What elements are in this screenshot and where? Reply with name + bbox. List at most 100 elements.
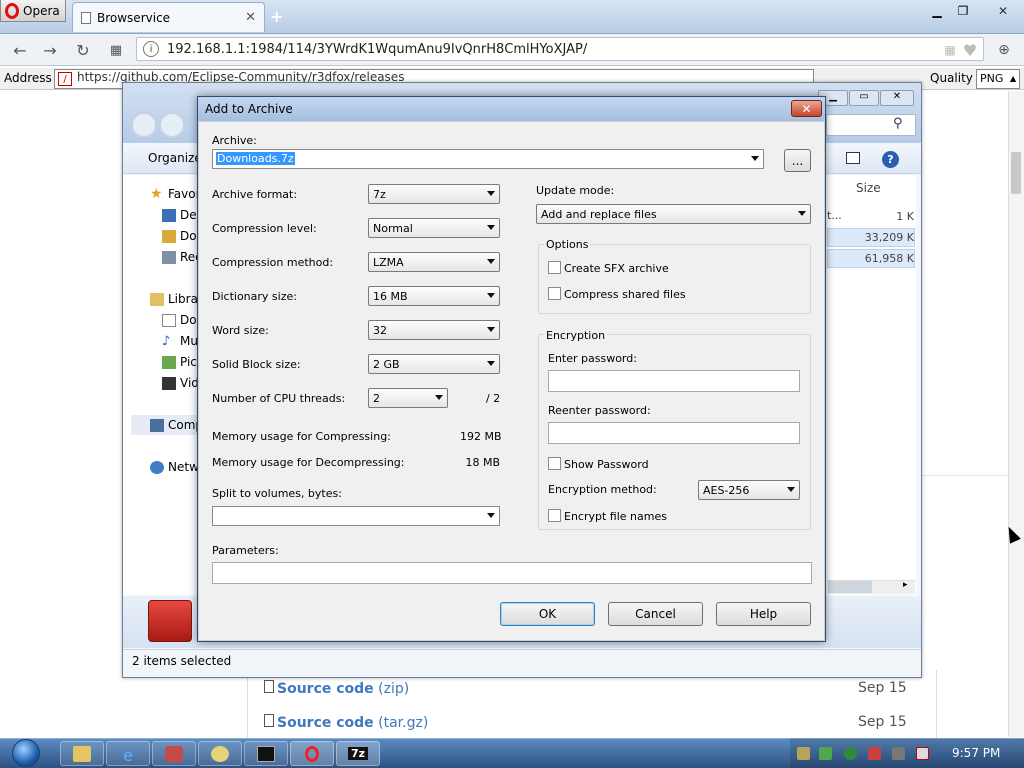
tab-close-icon[interactable]: ✕ (245, 10, 256, 25)
forward-icon[interactable]: → (40, 40, 60, 60)
update-mode-select[interactable]: Add and replace files (536, 204, 811, 224)
dialog-title: Add to Archive (205, 102, 293, 116)
nav-libraries[interactable]: Libraries (150, 292, 198, 306)
back-icon[interactable]: ← (10, 40, 30, 60)
compress-shared-checkbox[interactable] (548, 287, 561, 300)
compression-level-select[interactable]: Normal (368, 218, 500, 238)
url-field[interactable]: 192.168.1.1:1984/114/3YWrdK1WqumAnu9IvQn… (136, 37, 984, 61)
update-mode-label: Update mode: (536, 184, 615, 197)
encryption-method-select[interactable]: AES-256 (698, 480, 800, 500)
new-tab-icon[interactable]: + (270, 7, 283, 26)
scroll-up-icon[interactable]: ▲ (1010, 74, 1016, 83)
cpu-threads-select[interactable]: 2 (368, 388, 448, 408)
archive-format-select[interactable]: 7z (368, 184, 500, 204)
organize-button[interactable]: Organize (148, 151, 202, 165)
asset-link-targz[interactable]: Source code (tar.gz) (264, 714, 428, 731)
minimize-icon[interactable]: ▁ (924, 2, 950, 19)
nav-documents[interactable]: Documents (162, 313, 198, 327)
download-icon[interactable]: ⊕ (994, 40, 1014, 60)
browser-tab[interactable]: Browservice ✕ (72, 2, 265, 32)
dialog-close-icon[interactable]: ✕ (791, 100, 822, 117)
zip-icon (264, 680, 274, 693)
nav-label: Music (180, 334, 198, 348)
explorer-maximize-icon[interactable]: ▭ (849, 90, 879, 106)
explorer-status-bar (123, 649, 921, 677)
windows-logo-icon (12, 739, 40, 767)
taskbar-ie[interactable]: e (106, 741, 150, 766)
reload-icon[interactable]: ↻ (73, 40, 93, 60)
speed-dial-icon[interactable]: ▦ (106, 40, 126, 60)
nav-label: Videos (180, 376, 198, 390)
chevron-down-icon[interactable] (487, 513, 495, 518)
tray-tool-icon[interactable] (868, 747, 881, 760)
tray-app-icon[interactable] (797, 747, 810, 760)
file-size: 1 K (896, 210, 914, 223)
close-window-icon[interactable]: ✕ (986, 2, 1020, 19)
select-value: 2 (373, 392, 380, 405)
solid-block-select[interactable]: 2 GB (368, 354, 500, 374)
encrypt-names-checkbox[interactable] (548, 509, 561, 522)
taskbar-clock[interactable]: 9:57 PM (952, 746, 1000, 760)
tray-volume-muted-icon[interactable] (916, 747, 929, 760)
asset-name: Source code (277, 681, 374, 697)
browse-button[interactable]: ... (784, 149, 811, 172)
asset-link-zip[interactable]: Source code (zip) (264, 680, 409, 697)
create-sfx-checkbox[interactable] (548, 261, 561, 274)
nav-favorites[interactable]: ★ Favorites (150, 187, 198, 201)
chevron-down-icon[interactable] (751, 156, 759, 161)
nav-label: Libraries (168, 292, 198, 306)
nav-videos[interactable]: Videos (162, 376, 198, 390)
nav-network[interactable]: Network (150, 460, 198, 474)
scroll-right-icon[interactable]: ▸ (903, 580, 908, 590)
taskbar-app[interactable] (152, 741, 196, 766)
tray-network-icon[interactable] (892, 747, 905, 760)
speed-dial-add-icon[interactable]: ▦ (940, 40, 960, 60)
tray-play-icon[interactable] (844, 747, 857, 760)
site-info-icon[interactable]: i (143, 41, 159, 57)
search-icon[interactable]: ⚲ (893, 116, 903, 131)
help-button[interactable]: Help (716, 602, 811, 626)
dictionary-size-select[interactable]: 16 MB (368, 286, 500, 306)
tray-antivirus-icon[interactable] (819, 747, 832, 760)
help-icon[interactable]: ? (882, 151, 899, 168)
chevron-down-icon (435, 395, 443, 400)
nav-desktop[interactable]: Desktop (162, 208, 198, 222)
explorer-close-icon[interactable]: ✕ (880, 90, 914, 106)
reenter-password-label: Reenter password: (548, 404, 651, 417)
start-button[interactable] (4, 738, 48, 768)
page-scrollbar-thumb[interactable] (1011, 152, 1021, 194)
taskbar-opera[interactable] (290, 741, 334, 766)
show-password-checkbox[interactable] (548, 457, 561, 470)
opera-menu-button[interactable]: Opera (0, 0, 66, 22)
nav-label: Favorites (168, 187, 198, 201)
cancel-button[interactable]: Cancel (608, 602, 703, 626)
word-size-label: Word size: (212, 324, 269, 337)
taskbar-cmd[interactable] (244, 741, 288, 766)
reenter-password-input[interactable] (548, 422, 800, 444)
taskbar-7zip[interactable]: 7z (336, 741, 380, 766)
password-input[interactable] (548, 370, 800, 392)
restore-icon[interactable]: ❐ (950, 2, 976, 19)
nav-pictures[interactable]: Pictures (162, 355, 198, 369)
compression-method-select[interactable]: LZMA (368, 252, 500, 272)
split-volumes-combo[interactable] (212, 506, 500, 526)
file-list-hscroll-thumb[interactable] (828, 581, 872, 593)
preview-pane-icon[interactable] (846, 152, 860, 164)
explorer-back-icon[interactable] (131, 112, 157, 138)
taskbar-app-2[interactable] (198, 741, 242, 766)
explorer-forward-icon[interactable] (159, 112, 185, 138)
nav-music[interactable]: ♪ Music (162, 334, 198, 348)
nav-computer[interactable]: Computer (150, 418, 198, 432)
recent-places-icon (162, 250, 176, 264)
computer-icon (150, 418, 164, 432)
select-value: AES-256 (703, 484, 750, 497)
size-column-header[interactable]: Size (856, 181, 881, 195)
ok-button[interactable]: OK (500, 602, 595, 626)
parameters-input[interactable] (212, 562, 812, 584)
word-size-select[interactable]: 32 (368, 320, 500, 340)
nav-downloads[interactable]: Downloads (162, 229, 198, 243)
nav-recent[interactable]: Recent Places (162, 250, 198, 264)
archive-path-combo[interactable]: Downloads.7z (212, 149, 764, 169)
bookmark-heart-icon[interactable]: ♥ (960, 40, 980, 60)
taskbar-explorer[interactable] (60, 741, 104, 766)
